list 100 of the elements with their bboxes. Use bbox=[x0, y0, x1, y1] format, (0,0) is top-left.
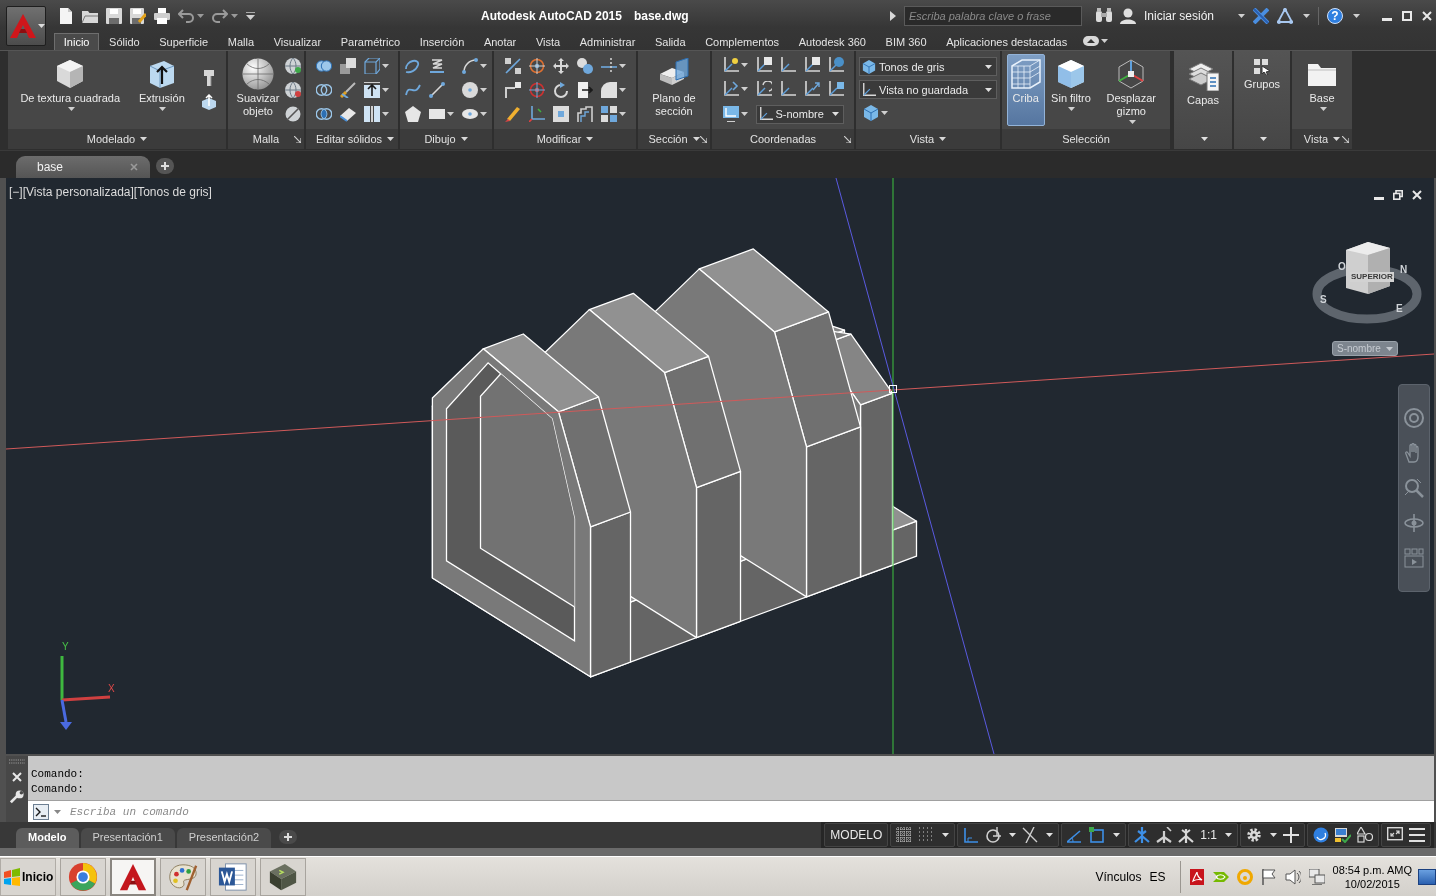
command-line-field[interactable]: Escriba un comando bbox=[28, 800, 1434, 822]
ribbon-tab[interactable]: Anotar bbox=[474, 33, 527, 50]
caret-icon[interactable] bbox=[740, 62, 748, 67]
rectangle-icon[interactable] bbox=[429, 106, 445, 122]
caret-icon[interactable] bbox=[460, 137, 468, 141]
search-field[interactable]: Escriba palabra clave o frase bbox=[903, 6, 1082, 26]
palette-icon[interactable] bbox=[168, 861, 198, 892]
sphere-icon[interactable] bbox=[242, 58, 274, 90]
box-arrow-icon[interactable] bbox=[363, 82, 380, 98]
ribbon-button[interactable]: Sin filtro bbox=[1048, 54, 1094, 126]
dot-grid-icon[interactable] bbox=[918, 827, 935, 843]
clock-date[interactable]: 10/02/2015 bbox=[1344, 876, 1400, 891]
language-indicator[interactable]: ES bbox=[1149, 869, 1166, 884]
ribbon-tab[interactable]: Malla bbox=[217, 33, 264, 50]
caret-icon[interactable] bbox=[1270, 833, 1277, 837]
command-input[interactable]: Escriba un comando bbox=[70, 802, 1434, 821]
help-button[interactable]: ? bbox=[1327, 8, 1343, 24]
rotate-icon[interactable] bbox=[552, 82, 569, 98]
restore-icon[interactable] bbox=[1393, 190, 1403, 200]
caret-icon[interactable] bbox=[1353, 14, 1360, 18]
caret-icon[interactable] bbox=[1200, 137, 1208, 141]
network-icon[interactable] bbox=[1308, 868, 1325, 885]
steering-wheel-icon[interactable] bbox=[1404, 408, 1424, 428]
diagonal-arrow-icon[interactable] bbox=[294, 135, 301, 143]
ribbon-tab[interactable]: Salida bbox=[645, 33, 696, 50]
axes-icon[interactable] bbox=[758, 107, 773, 121]
caret-icon[interactable] bbox=[447, 112, 454, 116]
caret-icon[interactable] bbox=[618, 88, 626, 92]
links-toolbar-label[interactable]: Vínculos bbox=[1095, 869, 1142, 884]
compass-letter[interactable]: O bbox=[1338, 262, 1346, 272]
dropdown[interactable]: Vista no guardada bbox=[859, 80, 997, 99]
printer-icon[interactable] bbox=[154, 8, 170, 24]
taskbar-app-button[interactable] bbox=[210, 857, 256, 896]
axes-square-icon[interactable] bbox=[827, 80, 844, 97]
eraser-icon[interactable] bbox=[339, 106, 356, 122]
collapsed-panel-button[interactable]: Grupos bbox=[1234, 51, 1290, 149]
caret-icon[interactable] bbox=[1128, 120, 1136, 124]
axes-page-icon[interactable] bbox=[803, 56, 820, 73]
layout-tab[interactable]: Presentación2 bbox=[176, 828, 272, 848]
zoom-icon[interactable] bbox=[1404, 478, 1424, 498]
panel-title[interactable]: Sección bbox=[648, 133, 688, 145]
wave-icon[interactable] bbox=[405, 82, 421, 98]
ribbon-button[interactable]: Extrusión bbox=[135, 54, 188, 126]
panel-title[interactable]: Editar sólidos bbox=[316, 133, 383, 145]
caret-icon[interactable] bbox=[740, 86, 748, 91]
tripod-icon[interactable] bbox=[1134, 827, 1151, 843]
caret-icon[interactable] bbox=[692, 137, 700, 141]
columns-icon[interactable] bbox=[363, 106, 380, 122]
crossed-lines-icon[interactable] bbox=[1022, 827, 1039, 843]
panel-title[interactable]: Vista bbox=[909, 133, 935, 145]
ring-logo-icon[interactable] bbox=[68, 861, 98, 892]
caret-icon[interactable] bbox=[1225, 833, 1232, 837]
cube-icon[interactable] bbox=[1055, 58, 1087, 90]
cube-icon[interactable] bbox=[862, 59, 876, 74]
caret-icon[interactable] bbox=[140, 137, 148, 141]
ribbon-tab[interactable]: Vista bbox=[526, 33, 570, 50]
arc-icon[interactable] bbox=[462, 58, 478, 74]
caret-icon[interactable] bbox=[985, 87, 992, 92]
panel-title[interactable]: Modificar bbox=[536, 133, 582, 145]
axes-dot-icon[interactable] bbox=[722, 56, 739, 73]
taskbar-app-button[interactable] bbox=[60, 857, 106, 896]
mesh-cube-icon[interactable] bbox=[1009, 58, 1042, 90]
wire-cube-icon[interactable] bbox=[363, 58, 380, 74]
sign-in-button[interactable]: Iniciar sesión bbox=[1143, 9, 1214, 23]
prompt-icon[interactable] bbox=[33, 803, 49, 820]
caret-icon[interactable] bbox=[985, 64, 992, 69]
box-arrow-icon[interactable] bbox=[200, 94, 217, 110]
clock-time[interactable]: 08:54 p.m. AMQ bbox=[1332, 862, 1412, 877]
layout-tab[interactable]: Presentación1 bbox=[80, 828, 175, 848]
grid-squares-icon[interactable] bbox=[600, 106, 617, 122]
axes-page-icon[interactable] bbox=[755, 56, 772, 73]
start-button[interactable]: Inicio bbox=[0, 857, 56, 896]
dropdown-bar-icon[interactable] bbox=[246, 12, 255, 20]
axes-curve-icon[interactable] bbox=[755, 80, 772, 97]
film-frames-icon[interactable] bbox=[1404, 548, 1424, 568]
caret-icon[interactable] bbox=[1068, 107, 1076, 111]
speaker-icon[interactable] bbox=[1284, 868, 1301, 885]
caret-icon[interactable] bbox=[1303, 14, 1310, 18]
layout-tab[interactable]: Modelo bbox=[16, 828, 79, 848]
diagonal-squares-icon[interactable] bbox=[504, 58, 521, 74]
circle-icon[interactable] bbox=[462, 82, 478, 98]
plus-icon[interactable] bbox=[1283, 827, 1299, 843]
caret-icon[interactable] bbox=[480, 112, 487, 116]
caret-icon[interactable] bbox=[1113, 833, 1121, 837]
caret-icon[interactable] bbox=[586, 137, 594, 141]
diagonal-arrow-icon[interactable] bbox=[700, 135, 707, 143]
caret-icon[interactable] bbox=[1259, 137, 1267, 141]
overlapping-squares-icon[interactable] bbox=[339, 58, 356, 74]
grid-icon[interactable] bbox=[896, 827, 913, 843]
two-circles-icon[interactable] bbox=[576, 58, 593, 74]
collapsed-panel-button[interactable]: Capas bbox=[1174, 51, 1232, 149]
target-icon[interactable] bbox=[528, 58, 545, 74]
caret-icon[interactable] bbox=[939, 137, 947, 141]
caret-icon[interactable] bbox=[942, 833, 950, 837]
caret-icon[interactable] bbox=[159, 107, 167, 111]
shapes-icon[interactable] bbox=[1357, 827, 1373, 843]
target-icon[interactable] bbox=[528, 82, 545, 98]
ribbon-button[interactable]: De textura cuadrada bbox=[17, 54, 124, 126]
compass-letter[interactable]: S bbox=[1320, 295, 1327, 305]
arc-circle-icon[interactable] bbox=[1313, 827, 1329, 843]
